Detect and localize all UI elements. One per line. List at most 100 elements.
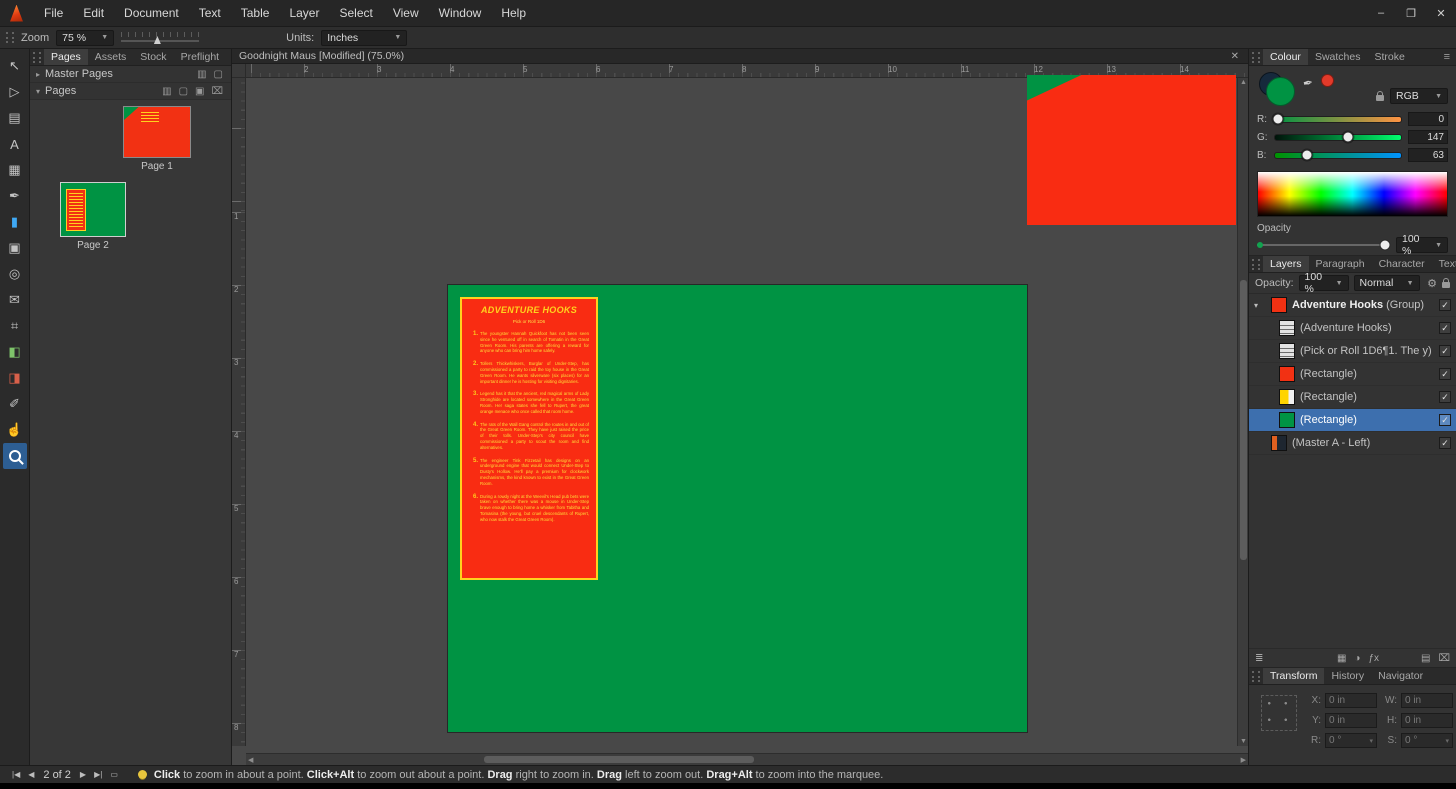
mask-icon[interactable]: ▦ [1337,653,1346,664]
transform-field-r[interactable]: 0 ° ▾ [1325,733,1377,748]
layer-visibility-checkbox[interactable]: ✓ [1439,437,1451,449]
menu-text[interactable]: Text [189,0,231,26]
layer-row-6[interactable]: (Rectangle) ✓ [1249,409,1456,432]
edit-master-icon[interactable]: ▢ [214,69,223,80]
minimize-button[interactable]: – [1366,0,1396,26]
last-page-button[interactable]: ▶| [90,770,106,779]
transform-field-s[interactable]: 0 ° ▾ [1401,733,1453,748]
move-tool[interactable]: ↖ [3,53,27,79]
fill-colour-swatch[interactable] [1266,77,1295,106]
tab-character[interactable]: Character [1372,256,1432,272]
tab-transform[interactable]: Transform [1263,668,1325,684]
colour-slider-track[interactable] [1274,131,1402,143]
v-ruler[interactable]: 1 2 3 4 5 6 7 8 [232,78,246,746]
layer-visibility-checkbox[interactable]: ✓ [1439,322,1451,334]
layer-visibility-checkbox[interactable]: ✓ [1439,299,1451,311]
slider-value-field[interactable]: 0 [1408,112,1448,126]
menu-select[interactable]: Select [329,0,382,26]
transform-field-h[interactable]: 0 in [1401,713,1453,728]
close-button[interactable]: ✕ [1426,0,1456,26]
fill-tool[interactable]: ◧ [3,339,27,365]
panel-drag-handle[interactable] [33,51,41,63]
prev-page-button[interactable]: ◀ [24,770,38,779]
page-item-1[interactable]: Page 1 [123,106,191,172]
zoom-slider[interactable] [121,31,200,44]
canvas-viewport[interactable]: 2 3 4 5 6 7 8 9 10 11 12 13 14 12345678 ADVENTURE HO… [232,64,1248,765]
layer-row-3[interactable]: (Pick or Roll 1D6¶1. The y) ✓ [1249,340,1456,363]
units-dropdown[interactable]: Inches ▼ [321,29,408,46]
tab-stroke[interactable]: Stroke [1367,49,1411,65]
slider-knob[interactable] [1301,149,1312,161]
tab-history[interactable]: History [1324,668,1371,684]
menu-edit[interactable]: Edit [73,0,114,26]
tab-text-styles[interactable]: Text Styles [1432,256,1456,272]
toolbar-drag-handle[interactable] [6,32,14,43]
menu-layer[interactable]: Layer [279,0,329,26]
artistic-text-tool[interactable]: A [3,131,27,157]
horizontal-scrollbar[interactable]: ◀ ▶ [246,753,1248,765]
layer-row-1[interactable]: ▾ Adventure Hooks (Group) ✓ [1249,294,1456,317]
zoom-value-dropdown[interactable]: 75 % ▼ [56,29,115,46]
tab-paragraph[interactable]: Paragraph [1309,256,1372,272]
layer-visibility-checkbox[interactable]: ✓ [1439,345,1451,357]
page-thumbnail[interactable] [60,182,126,237]
tab-layers[interactable]: Layers [1263,256,1309,272]
adventure-hooks-text-frame[interactable]: ADVENTURE HOOKS Pick or Roll 1D6 1. The y… [460,297,598,580]
lock-icon[interactable] [1376,91,1384,101]
slider-knob[interactable] [1342,131,1354,143]
rectangle-tool[interactable]: ▮ [3,209,27,235]
gear-icon[interactable]: ⚙ [1427,277,1437,290]
slider-value-field[interactable]: 147 [1408,130,1448,144]
chevron-down-icon[interactable]: ▾ [36,87,40,96]
duplicate-page-icon[interactable]: ▣ [195,86,204,97]
place-image-tool[interactable]: ✉ [3,287,27,313]
transform-field-w[interactable]: 0 in [1401,693,1453,708]
layer-row-4[interactable]: (Rectangle) ✓ [1249,363,1456,386]
view-hand-tool[interactable]: ☝ [3,417,27,443]
page-item-2[interactable]: Page 2 [60,182,126,251]
vector-crop-tool[interactable]: ⌗ [3,313,27,339]
picture-frame-rectangle-tool[interactable]: ▣ [3,235,27,261]
delete-page-icon[interactable]: ⌧ [211,86,223,97]
menu-file[interactable]: File [34,0,73,26]
tab-assets[interactable]: Assets [88,49,134,65]
menu-document[interactable]: Document [114,0,189,26]
vertical-scrollbar[interactable]: ▲ ▼ [1237,78,1248,746]
scroll-right-icon[interactable]: ▶ [1241,756,1246,764]
colour-slider-track[interactable] [1272,113,1402,125]
panel-drag-handle[interactable] [1252,670,1260,682]
scroll-left-icon[interactable]: ◀ [248,756,253,764]
colour-panel-menu-icon[interactable]: ≡ [1438,51,1456,63]
page1-red-rectangle[interactable] [1027,75,1236,225]
transform-field-y[interactable]: 0 in [1325,713,1377,728]
spread-view-icon[interactable]: ▥ [162,86,171,97]
menu-table[interactable]: Table [231,0,280,26]
layers-empty-area[interactable] [1249,455,1456,648]
close-document-icon[interactable]: ✕ [1222,51,1248,62]
delete-layer-icon[interactable]: ⌧ [1438,653,1450,664]
lock-icon[interactable] [1442,278,1450,288]
tab-navigator[interactable]: Navigator [1371,668,1430,684]
opacity-slider[interactable] [1257,239,1391,251]
fx-icon[interactable]: ƒx [1368,653,1379,664]
layer-visibility-checkbox[interactable]: ✓ [1439,391,1451,403]
restore-button[interactable]: ❐ [1396,0,1426,26]
page2-green-rectangle[interactable]: ADVENTURE HOOKS Pick or Roll 1D6 1. The y… [448,285,1027,732]
frame-text-tool[interactable]: ▤ [3,105,27,131]
colour-opacity-dropdown[interactable]: 100 % ▼ [1396,233,1448,257]
preview-mode-button[interactable]: ▭ [106,770,122,779]
node-tool[interactable]: ▷ [3,79,27,105]
eyedropper-icon[interactable]: ✒ [1302,75,1314,91]
layer-visibility-checkbox[interactable]: ✓ [1439,414,1451,426]
tab-swatches[interactable]: Swatches [1308,49,1368,65]
slider-knob[interactable] [1272,113,1284,125]
new-layer-icon[interactable]: ▤ [1421,653,1430,664]
layer-visibility-checkbox[interactable]: ✓ [1439,368,1451,380]
chevron-right-icon[interactable]: ▸ [36,70,40,79]
master-pages-section[interactable]: ▸ Master Pages ▥ ▢ [30,66,231,83]
layer-row-2[interactable]: (Adventure Hooks) ✓ [1249,317,1456,340]
tab-stock[interactable]: Stock [133,49,173,65]
transparency-tool[interactable]: ◨ [3,365,27,391]
layers-stack-icon[interactable]: ≣ [1255,653,1263,664]
horizontal-scrollbar-thumb[interactable] [484,756,754,763]
